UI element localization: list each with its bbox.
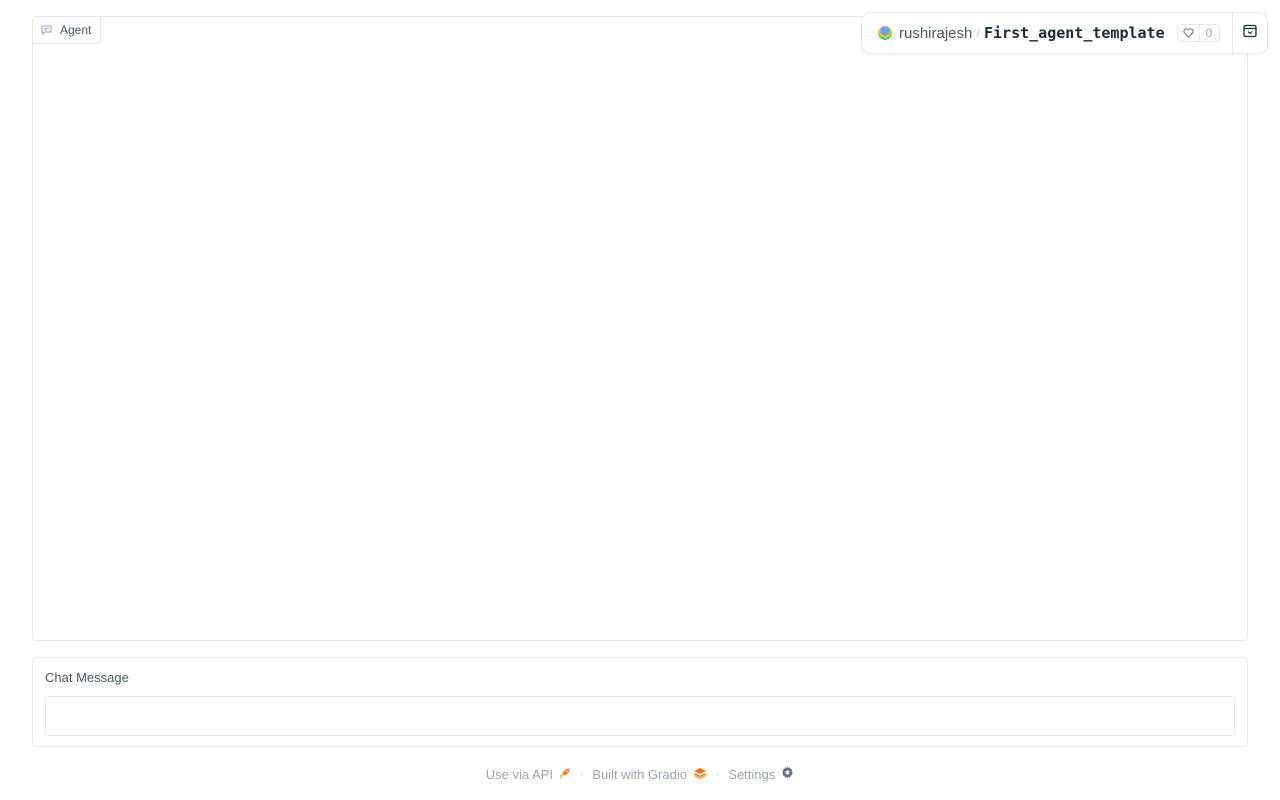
owner-avatar	[878, 26, 892, 40]
chat-message-input[interactable]	[45, 696, 1235, 736]
space-name-link[interactable]: First_agent_template	[984, 24, 1165, 42]
chat-icon	[41, 25, 52, 35]
space-owner-link[interactable]: rushirajesh	[899, 25, 972, 42]
chat-message-label: Chat Message	[45, 670, 129, 685]
footer-separator: ·	[715, 768, 720, 780]
like-button[interactable]: 0	[1176, 24, 1221, 42]
app-page: Agent rushirajesh / First_agent_template…	[0, 0, 1280, 800]
built-with-gradio-link[interactable]: Built with Gradio	[592, 767, 707, 782]
use-api-label: Use via API	[485, 766, 553, 782]
settings-label: Settings	[728, 766, 776, 782]
footer-separator: ·	[579, 768, 584, 780]
chatbot-label: Agent	[33, 17, 102, 44]
collapse-header-button[interactable]	[1232, 13, 1267, 53]
like-count: 0	[1205, 26, 1213, 40]
space-info: rushirajesh / First_agent_template 0	[862, 13, 1221, 53]
use-api-link[interactable]: Use via API	[486, 767, 571, 782]
rocket-icon	[559, 767, 571, 782]
space-separator: /	[976, 25, 980, 41]
gear-icon	[781, 766, 794, 782]
footer: Use via API · Built with Gradio · Settin…	[0, 764, 1280, 784]
settings-link[interactable]: Settings	[728, 766, 794, 782]
built-with-label: Built with Gradio	[592, 766, 687, 782]
space-header: rushirajesh / First_agent_template 0	[861, 12, 1268, 54]
gradio-logo-icon	[693, 767, 707, 782]
collapse-icon	[1243, 24, 1257, 43]
chatbot-panel: Agent	[32, 16, 1248, 641]
heart-icon	[1178, 25, 1200, 41]
chatbot-label-text: Agent	[60, 23, 92, 37]
chat-message-block: Chat Message	[32, 657, 1248, 747]
